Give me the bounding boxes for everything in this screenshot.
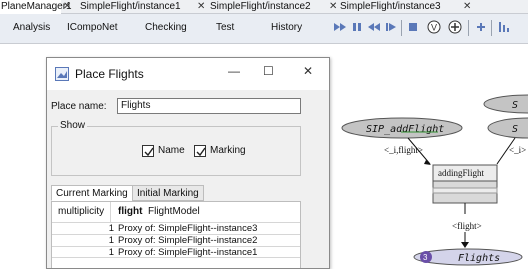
arc-label-i-flight: <_i,flight>: [384, 145, 423, 155]
marking-checkbox-label: Marking: [210, 145, 246, 156]
column-header-type: FlightModel: [148, 206, 200, 217]
place-cut-mid[interactable]: [487, 117, 528, 139]
place-cut-top-label: S: [512, 100, 518, 111]
place-cut-top[interactable]: [483, 94, 528, 114]
maximize-icon[interactable]: ☐: [263, 64, 274, 78]
transition-label: addingFlight: [438, 168, 485, 178]
column-header-flight[interactable]: flight: [118, 202, 142, 222]
table-row[interactable]: 1 Proxy of: SimpleFlight--instance2: [52, 234, 300, 246]
name-checkbox-label: Name: [158, 145, 185, 156]
arc-label-flight: <flight>: [452, 221, 482, 231]
row-count: 1: [108, 247, 114, 258]
row-value: Proxy of: SimpleFlight--instance1: [118, 247, 258, 258]
dialog-title: Place Flights: [75, 67, 144, 81]
close-icon[interactable]: ✕: [303, 64, 313, 78]
show-group: Show Name Marking: [51, 120, 301, 176]
dialog-title-bar[interactable]: Place Flights — ☐ ✕: [47, 58, 329, 90]
token-count: 3: [423, 253, 428, 262]
table-row[interactable]: 1 Proxy of: SimpleFlight--instance3: [52, 222, 300, 234]
tab-initial-marking[interactable]: Initial Marking: [132, 185, 204, 201]
window-app-icon: [55, 67, 69, 81]
tab-current-marking[interactable]: Current Marking: [51, 185, 133, 201]
show-group-label: Show: [58, 120, 88, 131]
table-row[interactable]: 1 Proxy of: SimpleFlight--instance1: [52, 246, 300, 258]
place-name-input[interactable]: Flights: [117, 98, 301, 114]
marking-table: multiplicity flight FlightModel 1 Proxy …: [51, 201, 301, 268]
checkmark-icon: [144, 147, 154, 157]
place-name-label: Place name:: [51, 101, 107, 112]
arc-arrowhead: [461, 242, 469, 248]
checkmark-icon: [196, 147, 206, 157]
arc-label-right: <_i>: [509, 145, 526, 155]
place-cut-mid-label: S: [512, 124, 518, 135]
name-checkbox[interactable]: [142, 145, 154, 157]
column-divider: [110, 202, 111, 222]
place-sip-addflight-label: SIP_addFlight: [366, 124, 444, 135]
place-flights-label: Flights: [458, 253, 500, 264]
place-flights-dialog: Place Flights — ☐ ✕ Place name: Flights …: [46, 57, 330, 269]
column-header-multiplicity[interactable]: multiplicity: [58, 202, 104, 222]
minimize-icon[interactable]: —: [228, 64, 240, 78]
marking-checkbox[interactable]: [194, 145, 206, 157]
